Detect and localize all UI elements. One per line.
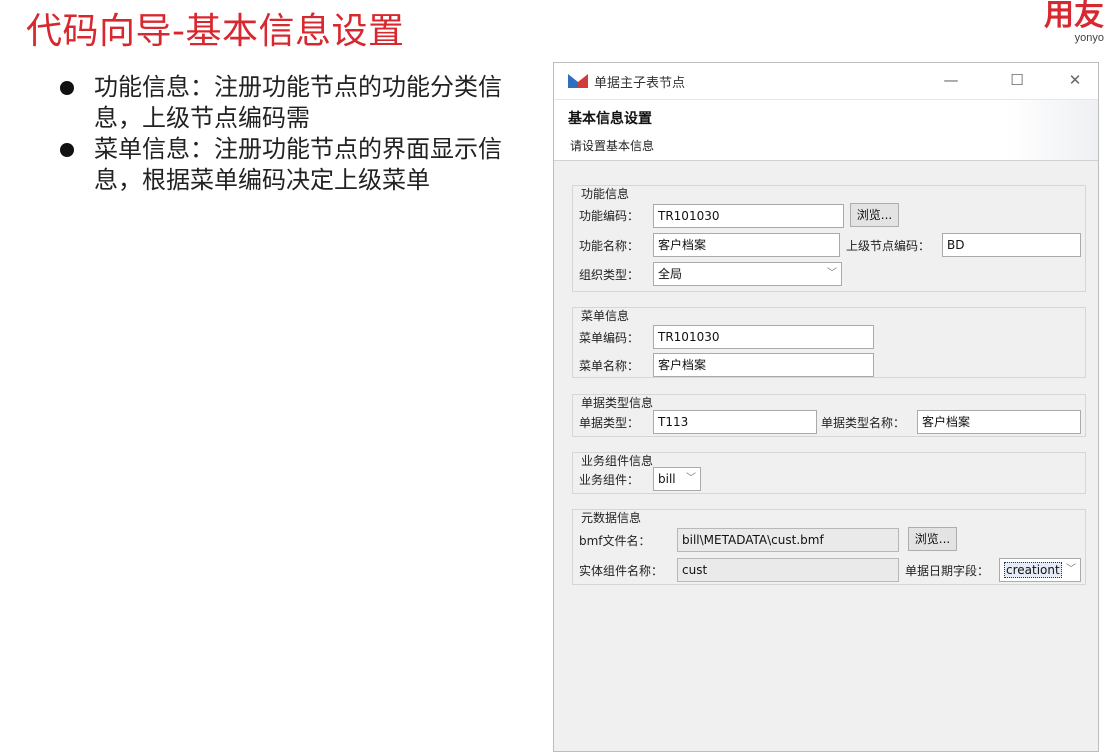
chevron-down-icon: ﹀ bbox=[827, 268, 837, 279]
business-component-value: bill bbox=[658, 472, 676, 486]
bill-type-name-label: 单据类型名称： bbox=[821, 416, 906, 430]
function-info-group: 功能信息 功能编码： TR101030 浏览... 功能名称： 客户档案 上级节… bbox=[572, 185, 1086, 292]
entity-component-label: 实体组件名称： bbox=[579, 564, 664, 578]
org-type-label: 组织类型： bbox=[579, 268, 640, 282]
bill-date-field-label: 单据日期字段： bbox=[905, 564, 990, 578]
entity-component-field[interactable]: cust bbox=[677, 558, 899, 582]
bullet-dot-icon bbox=[60, 143, 74, 157]
minimize-button[interactable]: — bbox=[940, 69, 962, 91]
close-button[interactable]: ✕ bbox=[1064, 69, 1086, 91]
group-title: 功能信息 bbox=[581, 187, 630, 201]
bmf-file-field[interactable]: bill\METADATA\cust.bmf bbox=[677, 528, 899, 552]
business-component-group: 业务组件信息 业务组件： bill ﹀ bbox=[572, 452, 1086, 494]
business-component-label: 业务组件： bbox=[579, 473, 640, 487]
wizard-page-description: 请设置基本信息 bbox=[570, 139, 655, 153]
group-title: 业务组件信息 bbox=[581, 454, 654, 468]
bill-type-field[interactable]: T113 bbox=[653, 410, 817, 434]
menu-code-label: 菜单编码： bbox=[579, 331, 640, 345]
wizard-header: 基本信息设置 请设置基本信息 bbox=[554, 100, 1098, 161]
group-title: 菜单信息 bbox=[581, 309, 630, 323]
menu-name-field[interactable]: 客户档案 bbox=[653, 353, 874, 377]
business-component-select[interactable]: bill ﹀ bbox=[653, 467, 701, 491]
org-type-value: 全局 bbox=[658, 267, 683, 281]
group-title: 元数据信息 bbox=[581, 511, 642, 525]
function-name-label: 功能名称： bbox=[579, 239, 640, 253]
bill-date-field-value: creationt bbox=[1004, 562, 1062, 578]
function-browse-button[interactable]: 浏览... bbox=[850, 203, 899, 227]
logo-subtext: yonyo bbox=[1074, 32, 1104, 44]
chevron-down-icon: ﹀ bbox=[1066, 564, 1076, 575]
bullet-item: 功能信息：注册功能节点的功能分类信息，上级节点编码需 bbox=[58, 72, 518, 134]
parent-code-field[interactable]: BD bbox=[942, 233, 1081, 257]
header-decoration bbox=[1008, 100, 1098, 160]
function-name-field[interactable]: 客户档案 bbox=[653, 233, 840, 257]
bill-type-name-field[interactable]: 客户档案 bbox=[917, 410, 1081, 434]
chevron-down-icon: ﹀ bbox=[686, 473, 696, 484]
menu-code-field[interactable]: TR101030 bbox=[653, 325, 874, 349]
bmf-file-label: bmf文件名： bbox=[579, 534, 651, 548]
wizard-dialog: 单据主子表节点 — ☐ ✕ 基本信息设置 请设置基本信息 功能信息 功能编码： … bbox=[553, 62, 1099, 752]
wizard-page-title: 基本信息设置 bbox=[568, 111, 652, 127]
bullet-text: 菜单信息：注册功能节点的界面显示信息，根据菜单编码决定上级菜单 bbox=[94, 135, 502, 194]
bill-date-field-select[interactable]: creationt ﹀ bbox=[999, 558, 1081, 582]
brand-logo: 用友 yonyo bbox=[1034, 0, 1104, 48]
slide-title: 代码向导-基本信息设置 bbox=[26, 11, 405, 52]
parent-code-label: 上级节点编码： bbox=[846, 239, 931, 253]
bullet-list: 功能信息：注册功能节点的功能分类信息，上级节点编码需 菜单信息：注册功能节点的界… bbox=[58, 72, 518, 196]
bullet-text: 功能信息：注册功能节点的功能分类信息，上级节点编码需 bbox=[94, 73, 502, 132]
bullet-dot-icon bbox=[60, 81, 74, 95]
maximize-button[interactable]: ☐ bbox=[1006, 69, 1028, 91]
window-title: 单据主子表节点 bbox=[594, 76, 686, 91]
bullet-item: 菜单信息：注册功能节点的界面显示信息，根据菜单编码决定上级菜单 bbox=[58, 134, 518, 196]
metadata-info-group: 元数据信息 bmf文件名： bill\METADATA\cust.bmf 浏览.… bbox=[572, 509, 1086, 585]
function-code-label: 功能编码： bbox=[579, 209, 640, 223]
function-code-field[interactable]: TR101030 bbox=[653, 204, 844, 228]
bill-type-label: 单据类型： bbox=[579, 416, 640, 430]
app-logo-icon bbox=[568, 74, 588, 88]
bill-type-info-group: 单据类型信息 单据类型： T113 单据类型名称： 客户档案 bbox=[572, 394, 1086, 437]
menu-info-group: 菜单信息 菜单编码： TR101030 菜单名称： 客户档案 bbox=[572, 307, 1086, 378]
group-title: 单据类型信息 bbox=[581, 396, 654, 410]
org-type-select[interactable]: 全局 ﹀ bbox=[653, 262, 842, 286]
bmf-browse-button[interactable]: 浏览... bbox=[908, 527, 957, 551]
window-titlebar[interactable]: 单据主子表节点 — ☐ ✕ bbox=[554, 63, 1098, 100]
logo-text: 用友 bbox=[1044, 0, 1104, 33]
menu-name-label: 菜单名称： bbox=[579, 359, 640, 373]
